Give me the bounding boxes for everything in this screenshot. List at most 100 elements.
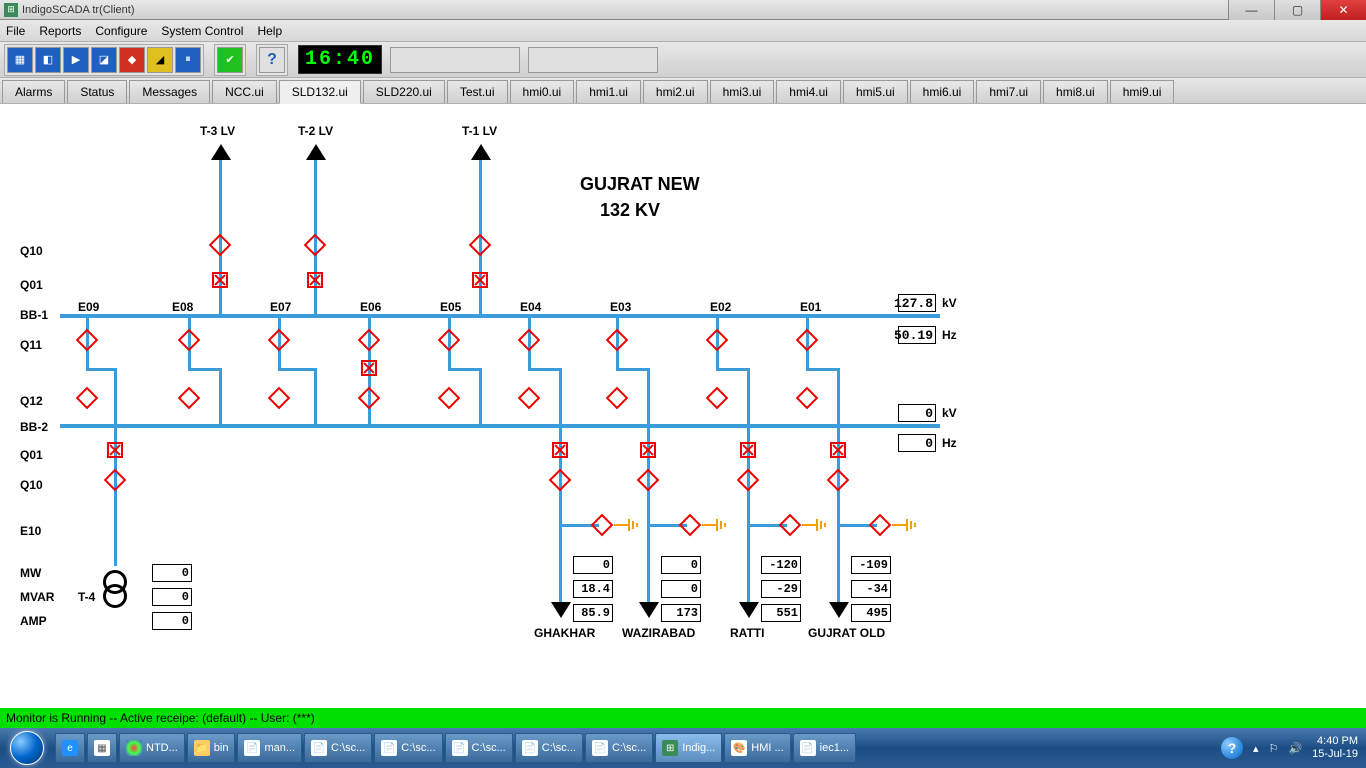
busbar-bb2 [60, 424, 940, 428]
e06-brk[interactable] [361, 360, 377, 376]
tab-test[interactable]: Test.ui [447, 80, 508, 103]
taskbar-item-hmi[interactable]: 🎨HMI ... [724, 733, 790, 763]
tray-show-hidden-icon[interactable]: ▴ [1253, 742, 1259, 755]
tab-hmi5[interactable]: hmi5.ui [843, 80, 908, 103]
tab-alarms[interactable]: Alarms [2, 80, 65, 103]
taskbar-ie[interactable]: e [55, 733, 85, 763]
e09-q11[interactable] [76, 329, 99, 352]
e05-q12[interactable] [438, 387, 461, 410]
iso-t1-q10[interactable] [469, 234, 492, 257]
lbl-t3lv: T-3 LV [200, 124, 235, 138]
minimize-button[interactable]: — [1228, 0, 1274, 20]
gujratold-q01[interactable] [830, 442, 846, 458]
lbl-q10b: Q10 [20, 478, 43, 492]
menu-help[interactable]: Help [257, 24, 282, 38]
e07-q12[interactable] [268, 387, 291, 410]
tray-network-icon[interactable]: ⚐ [1269, 742, 1279, 755]
e09-out-q10[interactable] [104, 469, 127, 492]
e02-q12[interactable] [706, 387, 729, 410]
wazirabad-q01[interactable] [640, 442, 656, 458]
tab-hmi3[interactable]: hmi3.ui [710, 80, 775, 103]
tray-volume-icon[interactable]: 🔊 [1288, 742, 1302, 755]
iso-t3-q10[interactable] [209, 234, 232, 257]
tb-btn-4[interactable]: ◪ [91, 47, 117, 73]
taskbar-item-sc4[interactable]: 📄C:\sc... [515, 733, 583, 763]
taskbar-item-bin[interactable]: 📁bin [187, 733, 236, 763]
tray-help-icon[interactable]: ? [1221, 737, 1243, 759]
e06-q11[interactable] [358, 329, 381, 352]
taskbar-item-sc2[interactable]: 📄C:\sc... [374, 733, 442, 763]
tab-hmi9[interactable]: hmi9.ui [1110, 80, 1175, 103]
tab-messages[interactable]: Messages [129, 80, 210, 103]
tab-hmi6[interactable]: hmi6.ui [910, 80, 975, 103]
tb-btn-5[interactable]: ◆ [119, 47, 145, 73]
e08-q12[interactable] [178, 387, 201, 410]
taskbar-calc[interactable]: ▦ [87, 733, 117, 763]
menu-reports[interactable]: Reports [39, 24, 81, 38]
taskbar-item-sc3[interactable]: 📄C:\sc... [445, 733, 513, 763]
taskbar-item-man[interactable]: 📄man... [237, 733, 302, 763]
ratti-q01[interactable] [740, 442, 756, 458]
lbl-e04: E04 [520, 300, 541, 314]
tab-hmi7[interactable]: hmi7.ui [976, 80, 1041, 103]
lbl-t1lv: T-1 LV [462, 124, 497, 138]
e06-q12[interactable] [358, 387, 381, 410]
close-button[interactable]: ✕ [1320, 0, 1366, 20]
brk-t3-q01[interactable] [212, 272, 228, 288]
brk-t1-q01[interactable] [472, 272, 488, 288]
brk-t2-q01[interactable] [307, 272, 323, 288]
e09-out-q01[interactable] [107, 442, 123, 458]
e05-q11[interactable] [438, 329, 461, 352]
tb-btn-7[interactable]: ⏸ [175, 47, 201, 73]
tab-hmi2[interactable]: hmi2.ui [643, 80, 708, 103]
e07-v2 [314, 368, 317, 426]
e04-q11[interactable] [518, 329, 541, 352]
e08-q11[interactable] [178, 329, 201, 352]
tab-hmi0[interactable]: hmi0.ui [510, 80, 575, 103]
ghakhar-q01[interactable] [552, 442, 568, 458]
tab-sld220[interactable]: SLD220.ui [363, 80, 445, 103]
tb-btn-3[interactable]: ▶ [63, 47, 89, 73]
tb-ack-button[interactable]: ✔ [217, 47, 243, 73]
tab-ncc[interactable]: NCC.ui [212, 80, 277, 103]
tb-btn-1[interactable]: ▦ [7, 47, 33, 73]
e01-q11[interactable] [796, 329, 819, 352]
ratti-earth-iso[interactable] [779, 514, 802, 537]
ratti-q10[interactable] [737, 469, 760, 492]
e03-q11[interactable] [606, 329, 629, 352]
e03-q12[interactable] [606, 387, 629, 410]
tab-sld132[interactable]: SLD132.ui [279, 80, 361, 104]
e09-q12[interactable] [76, 387, 99, 410]
maximize-button[interactable]: ▢ [1274, 0, 1320, 20]
e02-q11[interactable] [706, 329, 729, 352]
e04-q12[interactable] [518, 387, 541, 410]
taskbar-item-ntd[interactable]: NTD... [119, 733, 185, 763]
taskbar-item-sc5[interactable]: 📄C:\sc... [585, 733, 653, 763]
taskbar-item-sc1[interactable]: 📄C:\sc... [304, 733, 372, 763]
tab-hmi1[interactable]: hmi1.ui [576, 80, 641, 103]
tb-btn-6[interactable]: ◢ [147, 47, 173, 73]
lbl-q12: Q12 [20, 394, 43, 408]
start-button[interactable] [0, 728, 54, 768]
gujratold-earth-iso[interactable] [869, 514, 892, 537]
iso-t2-q10[interactable] [304, 234, 327, 257]
e02-h [716, 368, 749, 371]
tab-hmi4[interactable]: hmi4.ui [776, 80, 841, 103]
tab-hmi8[interactable]: hmi8.ui [1043, 80, 1108, 103]
e01-q12[interactable] [796, 387, 819, 410]
tb-help-button[interactable]: ? [259, 47, 285, 73]
tb-btn-2[interactable]: ◧ [35, 47, 61, 73]
taskbar-item-iec1[interactable]: 📄iec1... [793, 733, 856, 763]
tab-status[interactable]: Status [67, 80, 127, 103]
wazirabad-earth-iso[interactable] [679, 514, 702, 537]
gujratold-q10[interactable] [827, 469, 850, 492]
tray-clock[interactable]: 4:40 PM 15-Jul-19 [1312, 735, 1358, 761]
taskbar-item-indigo[interactable]: ⊞Indig... [655, 733, 722, 763]
menu-file[interactable]: File [6, 24, 25, 38]
wazirabad-q10[interactable] [637, 469, 660, 492]
ghakhar-q10[interactable] [549, 469, 572, 492]
menu-configure[interactable]: Configure [95, 24, 147, 38]
ghakhar-earth-iso[interactable] [591, 514, 614, 537]
e07-q11[interactable] [268, 329, 291, 352]
menu-system-control[interactable]: System Control [161, 24, 243, 38]
